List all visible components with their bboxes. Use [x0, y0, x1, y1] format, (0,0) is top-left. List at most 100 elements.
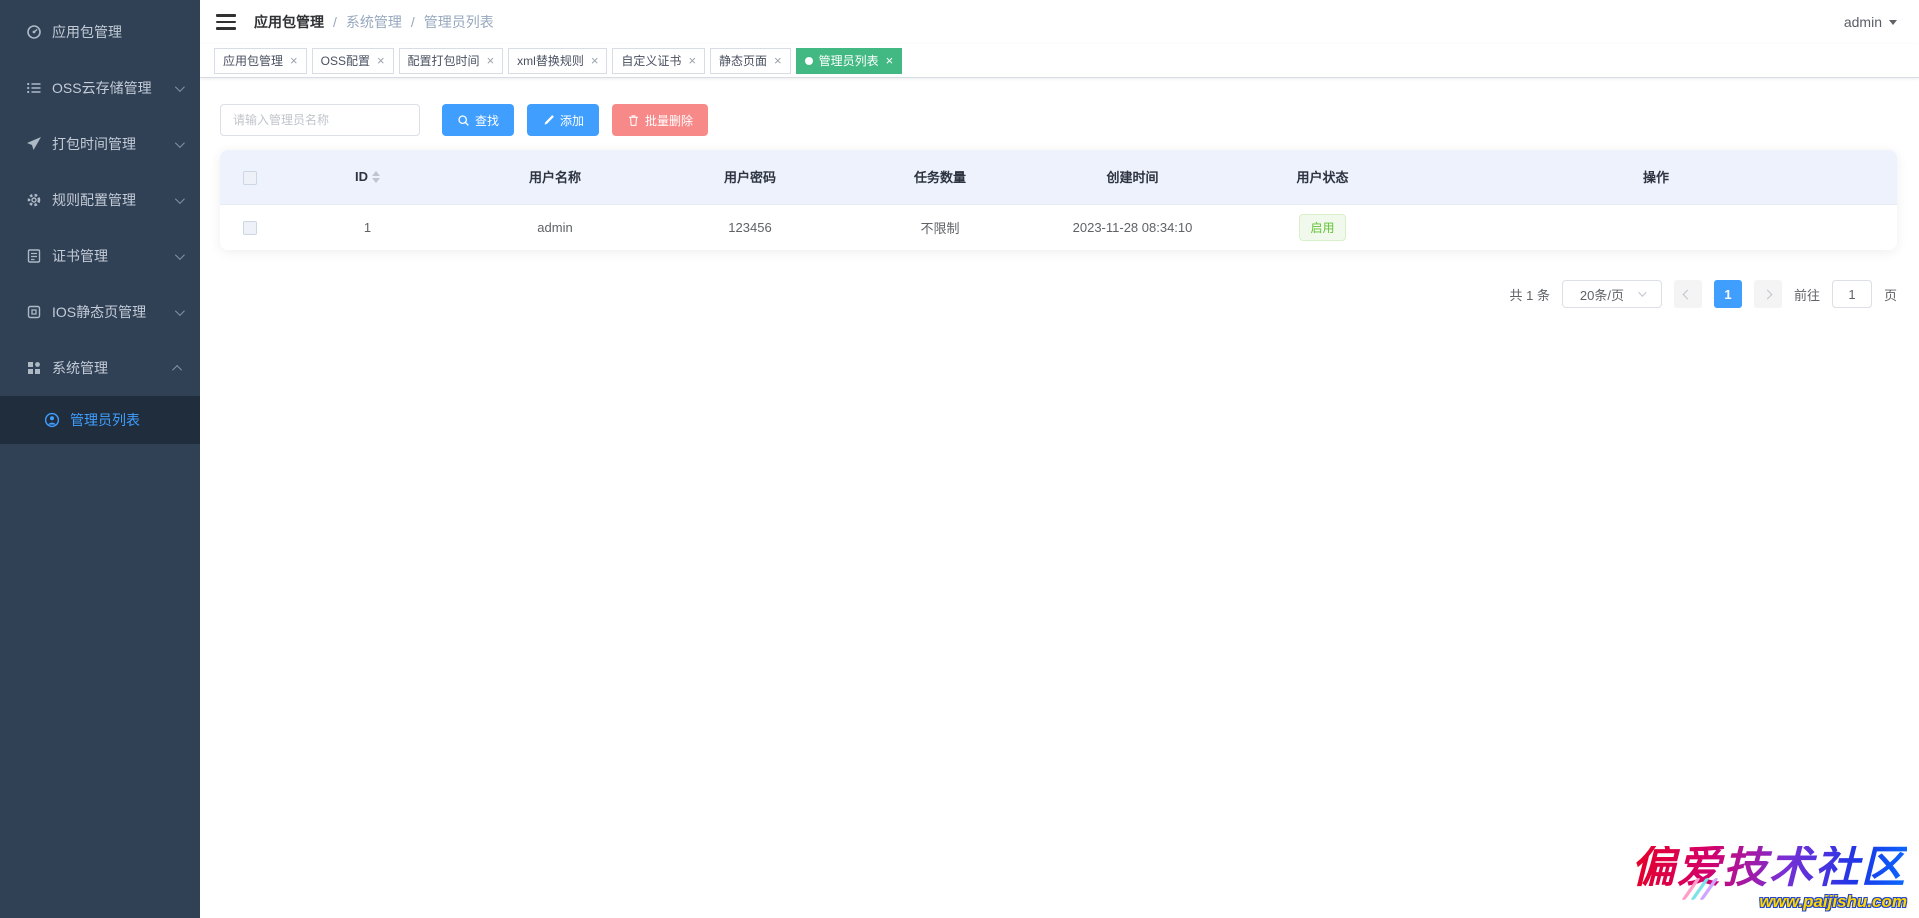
- table-header-row: ID 用户名称 用户密码 任务数量 创建时间 用户状态 操作: [220, 150, 1897, 204]
- admin-table: ID 用户名称 用户密码 任务数量 创建时间 用户状态 操作: [220, 150, 1897, 250]
- user-dropdown[interactable]: admin: [1844, 14, 1897, 30]
- breadcrumb-item[interactable]: 应用包管理: [254, 12, 324, 32]
- tab-package-time[interactable]: 配置打包时间 ×: [399, 48, 504, 74]
- hamburger-menu-icon[interactable]: [216, 14, 236, 30]
- dashboard-icon: [26, 24, 42, 40]
- tab-label: OSS配置: [321, 52, 370, 69]
- add-button[interactable]: 添加: [527, 104, 599, 136]
- tab-label: 自定义证书: [621, 52, 681, 69]
- gear-icon: [26, 192, 42, 208]
- sidebar-item-label: 应用包管理: [52, 22, 182, 42]
- close-icon[interactable]: ×: [688, 54, 696, 67]
- trash-icon: [627, 114, 640, 127]
- column-header-created-at: 创建时间: [1035, 150, 1230, 204]
- page-icon: [26, 304, 42, 320]
- column-header-status: 用户状态: [1230, 150, 1415, 204]
- sidebar-item-package-time[interactable]: 打包时间管理: [0, 116, 200, 172]
- total-count-label: 共 1 条: [1510, 285, 1550, 304]
- sidebar-item-system-manage[interactable]: 系统管理: [0, 340, 200, 396]
- cell-username: admin: [455, 204, 655, 250]
- goto-page-input[interactable]: [1832, 280, 1872, 308]
- edit-icon: [542, 114, 555, 127]
- watermark-decoration: [1689, 878, 1711, 900]
- sidebar-item-label: 证书管理: [52, 246, 175, 266]
- tab-label: 静态页面: [719, 52, 767, 69]
- chevron-down-icon: [1638, 288, 1646, 296]
- page-size-select[interactable]: 20条/页: [1562, 280, 1662, 308]
- tab-xml-rule[interactable]: xml替换规则 ×: [508, 48, 607, 74]
- username-label: admin: [1844, 14, 1882, 30]
- breadcrumb-item: 系统管理: [346, 12, 402, 32]
- chevron-down-icon: [175, 138, 185, 148]
- close-icon[interactable]: ×: [886, 54, 894, 67]
- sidebar-item-label: 规则配置管理: [52, 190, 175, 210]
- admin-user-icon: [44, 412, 60, 428]
- column-header-task-count: 任务数量: [845, 150, 1035, 204]
- toolbar: 查找 添加 批量删除: [220, 104, 1897, 136]
- sidebar-item-label: 系统管理: [52, 358, 175, 378]
- page-size-value: 20条/页: [1580, 285, 1624, 304]
- breadcrumb: 应用包管理 / 系统管理 / 管理员列表: [254, 12, 494, 32]
- column-header-password: 用户密码: [655, 150, 845, 204]
- sort-asc-icon: [372, 171, 380, 176]
- chevron-left-icon: [1683, 289, 1693, 299]
- chevron-down-icon: [175, 250, 185, 260]
- sidebar-item-rule-config[interactable]: 规则配置管理: [0, 172, 200, 228]
- sidebar: 应用包管理 OSS云存储管理 打包时间管理 规则配置管理 证书管理 IOS静态页: [0, 0, 200, 918]
- status-badge[interactable]: 启用: [1299, 214, 1345, 241]
- grid-icon: [26, 360, 42, 376]
- cell-id: 1: [280, 204, 455, 250]
- admin-table-card: ID 用户名称 用户密码 任务数量 创建时间 用户状态 操作: [220, 150, 1897, 250]
- tab-label: xml替换规则: [517, 52, 584, 69]
- next-page-button[interactable]: [1754, 280, 1782, 308]
- chevron-down-icon: [175, 306, 185, 316]
- batch-delete-button-label: 批量删除: [645, 112, 693, 129]
- find-button[interactable]: 查找: [442, 104, 514, 136]
- page-number-button[interactable]: 1: [1714, 280, 1742, 308]
- sidebar-item-ios-static-page[interactable]: IOS静态页管理: [0, 284, 200, 340]
- sidebar-item-certificate[interactable]: 证书管理: [0, 228, 200, 284]
- close-icon[interactable]: ×: [290, 54, 298, 67]
- close-icon[interactable]: ×: [377, 54, 385, 67]
- tab-oss-config[interactable]: OSS配置 ×: [312, 48, 394, 74]
- close-icon[interactable]: ×: [591, 54, 599, 67]
- tab-label: 应用包管理: [223, 52, 283, 69]
- column-header-username: 用户名称: [455, 150, 655, 204]
- select-all-checkbox[interactable]: [243, 171, 257, 185]
- tab-static-page[interactable]: 静态页面 ×: [710, 48, 791, 74]
- list-icon: [26, 80, 42, 96]
- watermark-title: 偏爱技术社区: [1631, 846, 1907, 890]
- watermark-url: www.paijishu.com: [1631, 892, 1907, 912]
- breadcrumb-separator: /: [411, 14, 415, 30]
- active-dot-icon: [805, 57, 813, 65]
- main-area: 应用包管理 / 系统管理 / 管理员列表 admin 应用包管理 × OSS配置…: [200, 0, 1919, 308]
- tabbar: 应用包管理 × OSS配置 × 配置打包时间 × xml替换规则 × 自定义证书…: [200, 44, 1919, 78]
- sidebar-item-admin-list[interactable]: 管理员列表: [0, 396, 200, 444]
- tab-admin-list[interactable]: 管理员列表 ×: [796, 48, 903, 74]
- sort-icons[interactable]: [372, 171, 380, 183]
- column-header-id: ID: [355, 169, 368, 184]
- sidebar-item-oss-storage[interactable]: OSS云存储管理: [0, 60, 200, 116]
- site-watermark: 偏爱技术社区 www.paijishu.com: [1631, 846, 1907, 912]
- sidebar-item-label: 管理员列表: [70, 410, 182, 430]
- cell-password: 123456: [655, 204, 845, 250]
- add-button-label: 添加: [560, 112, 584, 129]
- sidebar-item-label: OSS云存储管理: [52, 78, 175, 98]
- chevron-down-icon: [175, 82, 185, 92]
- batch-delete-button[interactable]: 批量删除: [612, 104, 708, 136]
- close-icon[interactable]: ×: [487, 54, 495, 67]
- tab-custom-cert[interactable]: 自定义证书 ×: [612, 48, 705, 74]
- close-icon[interactable]: ×: [774, 54, 782, 67]
- search-icon: [457, 114, 470, 127]
- certificate-icon: [26, 248, 42, 264]
- row-checkbox[interactable]: [243, 221, 257, 235]
- breadcrumb-item: 管理员列表: [424, 12, 494, 32]
- chevron-right-icon: [1763, 289, 1773, 299]
- sidebar-item-label: IOS静态页管理: [52, 302, 175, 322]
- chevron-down-icon: [175, 194, 185, 204]
- find-button-label: 查找: [475, 112, 499, 129]
- sidebar-item-app-package[interactable]: 应用包管理: [0, 4, 200, 60]
- tab-app-package[interactable]: 应用包管理 ×: [214, 48, 307, 74]
- search-input[interactable]: [220, 104, 420, 136]
- prev-page-button[interactable]: [1674, 280, 1702, 308]
